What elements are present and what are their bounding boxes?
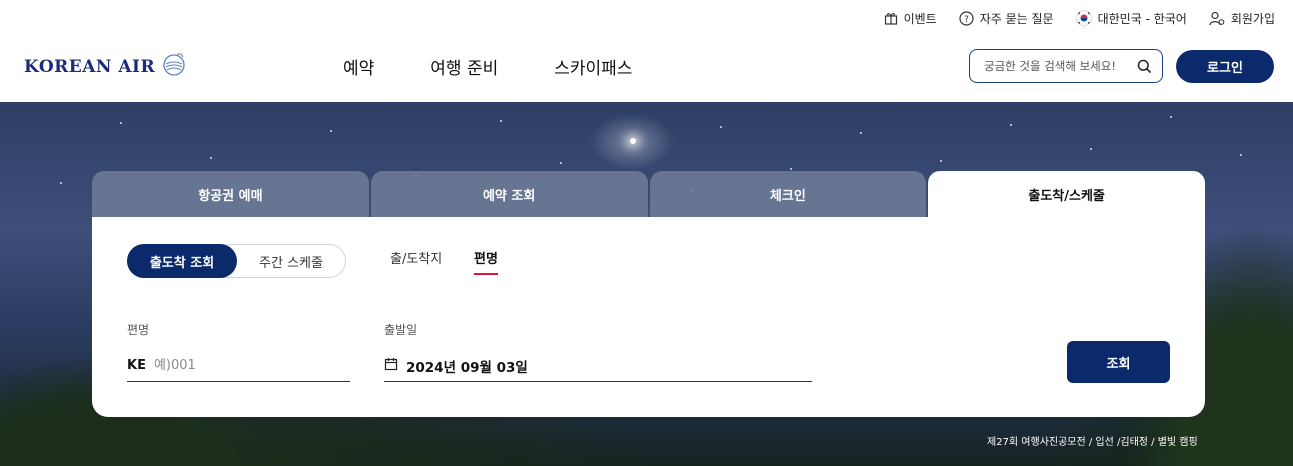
departure-date-label: 출발일 [384,323,418,337]
svg-text:?: ? [964,15,969,25]
tab-reservation-lookup[interactable]: 예약 조회 [370,171,648,218]
search-icon[interactable] [1137,59,1152,74]
event-label: 이벤트 [903,11,937,26]
question-icon: ? [959,10,974,26]
widget-tabs: 항공권 예매 예약 조회 체크인 출도착/스케줄 [92,171,1205,218]
tab-checkin[interactable]: 체크인 [649,171,927,218]
flight-number-label: 편명 [127,323,150,337]
flight-number-input[interactable] [153,358,324,373]
mode-weekly-schedule[interactable]: 주간 스케줄 [237,252,345,271]
language-selector[interactable]: 대한민국 - 한국어 [1075,10,1187,27]
subtab-flight-number[interactable]: 편명 [474,248,498,275]
departure-date-value: 2024년 09월 03일 [406,359,528,376]
nav-skypass[interactable]: 스카이패스 [554,54,632,79]
flight-status-panel: 출도착 조회 주간 스케줄 출/도착지 편명 편명 출발일 KE 2024년 0… [92,217,1205,417]
search-input[interactable] [984,59,1124,73]
departure-date-picker[interactable]: 2024년 09월 03일 [384,350,812,382]
tab-flight-booking[interactable]: 항공권 예매 [92,171,369,218]
gift-icon [884,11,898,25]
signup-link[interactable]: 회원가입 [1209,10,1275,27]
airline-prefix: KE [127,358,146,373]
subtab-route[interactable]: 출/도착지 [390,248,442,267]
signup-label: 회원가입 [1230,11,1275,26]
taegeuk-emblem-icon [161,52,187,82]
header: 이벤트 ? 자주 묻는 질문 대한민국 - 한국어 회원가입 KOREAN AI… [0,0,1293,102]
mode-toggle: 출도착 조회 주간 스케줄 [127,244,346,278]
login-button[interactable]: 로그인 [1176,50,1274,83]
korea-flag-icon [1075,10,1092,26]
logo-text: KOREAN AIR [24,57,156,77]
calendar-icon [384,356,398,375]
language-label: 대한민국 - 한국어 [1097,11,1187,26]
event-link[interactable]: 이벤트 [884,10,937,27]
nav-reservation[interactable]: 예약 [343,54,374,79]
search-button[interactable]: 조회 [1067,341,1170,383]
flight-number-field: KE [127,350,350,382]
search-box [969,49,1163,83]
faq-link[interactable]: ? 자주 묻는 질문 [959,10,1054,27]
utility-menu: 이벤트 ? 자주 묻는 질문 대한민국 - 한국어 회원가입 [884,8,1275,28]
nav-travel-prep[interactable]: 여행 준비 [430,54,498,79]
mode-arrival-departure[interactable]: 출도착 조회 [127,244,237,278]
photo-credit: 제27회 여행사진공모전 / 입선 /김태정 / 별빛 캠핑 [987,437,1198,448]
main-nav: 예약 여행 준비 스카이패스 [343,54,632,79]
faq-label: 자주 묻는 질문 [979,11,1054,26]
tab-flight-status[interactable]: 출도착/스케줄 [928,171,1205,218]
korean-air-logo[interactable]: KOREAN AIR [24,52,187,82]
user-add-icon [1209,11,1225,26]
bright-star [630,138,636,144]
